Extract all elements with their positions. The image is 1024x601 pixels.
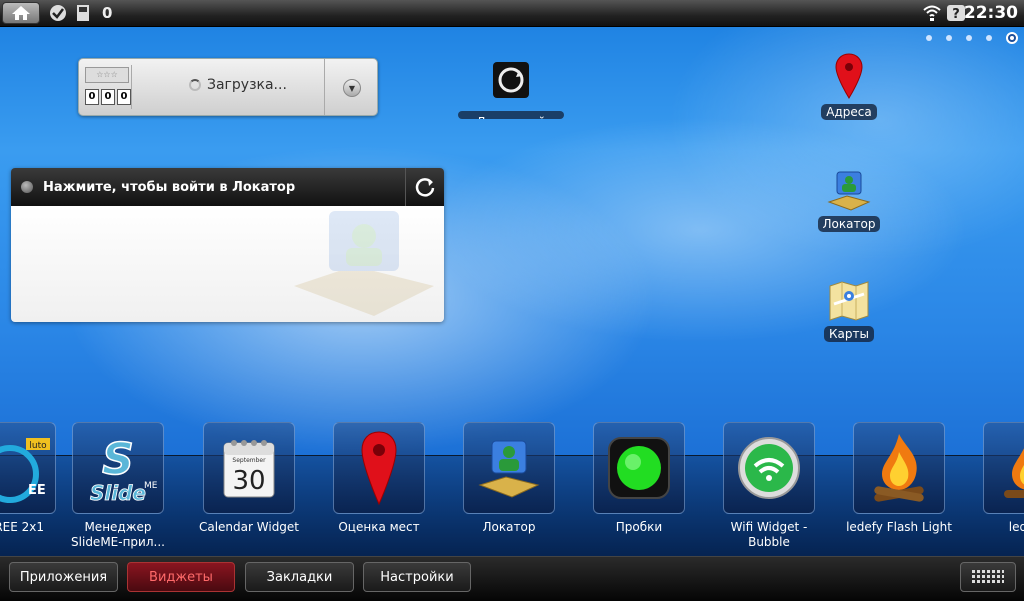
map-pin-icon [835, 53, 863, 99]
check-icon [48, 4, 68, 22]
refresh-shortcut-icon [493, 62, 529, 98]
chevron-down-icon: ▼ [348, 83, 356, 93]
loading-label: Загрузка... [207, 77, 287, 93]
wifi-bubble-icon [738, 437, 800, 499]
app-name: Локатор [482, 520, 536, 534]
loading-status: Загрузка... [189, 77, 287, 93]
shortcut-leninsky[interactable]: Ленинский Пр... [458, 60, 564, 123]
app-name: Calendar Widget [198, 520, 300, 534]
desktop-icon-label: Локатор [817, 216, 881, 232]
locator-title: Нажмите, чтобы войти в Локатор [43, 179, 296, 195]
sd-card-icon [74, 4, 92, 22]
counter-digit: 0 [85, 89, 99, 105]
desktop-icon-label: Карты [824, 326, 874, 342]
latitude-watermark-icon [294, 211, 434, 316]
locator-header[interactable]: Нажмите, чтобы войти в Локатор [11, 168, 444, 206]
tab-settings[interactable]: Настройки [363, 562, 471, 592]
drawer-app[interactable]: ledef... [969, 422, 1024, 535]
app-tile[interactable] [463, 422, 555, 514]
status-bar: 0 ? 22:30 [0, 0, 1024, 27]
refresh-button[interactable] [405, 168, 444, 206]
notification-count: 0 [102, 4, 113, 22]
app-name: Оценка мест [338, 520, 420, 534]
divider [324, 59, 325, 115]
grid-icon [972, 570, 1004, 583]
page-dot[interactable] [966, 35, 972, 41]
widget-drawer[interactable]: luto EE ...FREE 2x1 S Slide ME Менеджер … [0, 422, 1024, 556]
counter-digit: 0 [117, 89, 131, 105]
dropdown-button[interactable]: ▼ [343, 79, 361, 97]
latitude-icon [478, 440, 540, 498]
drawer-app[interactable]: S Slide ME Менеджер SlideME-прил... [58, 422, 178, 550]
svg-text:luto: luto [29, 441, 47, 451]
grid-view-button[interactable] [960, 562, 1016, 592]
traffic-light-icon [608, 437, 670, 499]
page-dot[interactable] [926, 35, 932, 41]
locator-widget[interactable]: Нажмите, чтобы войти в Локатор [11, 168, 444, 322]
app-tile[interactable] [853, 422, 945, 514]
spinner-icon [189, 79, 201, 91]
app-tile[interactable] [593, 422, 685, 514]
app-name: Менеджер SlideME-прил... [71, 520, 165, 549]
campfire-icon [874, 434, 924, 502]
tab-applications[interactable]: Приложения [9, 562, 118, 592]
calendar-day: 30 [232, 466, 265, 496]
app-name: ledefy Flash Light [846, 520, 952, 534]
app-name: Wifi Widget - Bubble [730, 520, 808, 549]
rating-stars: ☆☆☆ [85, 67, 129, 83]
drawer-app[interactable]: Wifi Widget - Bubble [709, 422, 829, 550]
calendar-month: September [232, 457, 266, 464]
bottom-bar: Приложения Виджеты Закладки Настройки [0, 556, 1024, 601]
tab-bookmarks[interactable]: Закладки [245, 562, 354, 592]
wifi-icon [922, 4, 942, 22]
desktop-icon-maps[interactable]: Карты [804, 270, 894, 342]
clock: 22:30 [963, 3, 1018, 23]
locator-body [11, 206, 444, 322]
partial-widget-icon: luto EE [0, 438, 50, 503]
home-icon [12, 6, 30, 20]
svg-text:EE: EE [28, 483, 46, 498]
loading-widget[interactable]: ☆☆☆ 0 0 0 Загрузка... ▼ [78, 58, 378, 116]
svg-text:ME: ME [144, 481, 158, 491]
refresh-icon [415, 178, 435, 197]
counter-digit: 0 [101, 89, 115, 105]
drawer-app[interactable]: Пробки [579, 422, 699, 535]
maps-icon [829, 281, 869, 321]
status-dot-icon [21, 181, 33, 193]
calendar-icon: September 30 [223, 440, 275, 498]
tab-widgets[interactable]: Виджеты [127, 562, 235, 592]
shortcut-label: Ленинский Пр... [458, 111, 564, 119]
page-indicator[interactable] [926, 32, 1018, 44]
desktop-icon-addresses[interactable]: Адреса [804, 48, 894, 120]
latitude-icon [827, 171, 871, 211]
page-dot[interactable] [946, 35, 952, 41]
counter-display: ☆☆☆ 0 0 0 [83, 65, 132, 109]
app-tile[interactable]: S Slide ME [72, 422, 164, 514]
app-tile[interactable]: September 30 [203, 422, 295, 514]
desktop-icon-label: Адреса [821, 104, 877, 120]
campfire-icon [1004, 448, 1024, 498]
drawer-app[interactable]: Оценка мест [319, 422, 439, 535]
svg-text:Slide: Slide [90, 481, 146, 505]
app-name: ledef... [1008, 520, 1024, 534]
svg-text:?: ? [952, 7, 960, 22]
page-dot[interactable] [986, 35, 992, 41]
desktop-icon-latitude[interactable]: Локатор [804, 160, 894, 232]
svg-text:S: S [102, 434, 134, 485]
drawer-app[interactable]: Локатор [449, 422, 569, 535]
slideme-icon: S Slide ME [90, 433, 158, 505]
app-tile[interactable] [723, 422, 815, 514]
home-button[interactable] [2, 2, 40, 24]
app-tile[interactable] [983, 422, 1024, 514]
app-tile[interactable]: luto EE [0, 422, 56, 514]
app-tile[interactable] [333, 422, 425, 514]
drawer-app[interactable]: ledefy Flash Light [839, 422, 959, 535]
app-name: Пробки [615, 520, 663, 534]
map-pin-icon [361, 431, 397, 506]
drawer-app[interactable]: September 30 Calendar Widget [189, 422, 309, 535]
page-dot-active[interactable] [1006, 32, 1018, 44]
